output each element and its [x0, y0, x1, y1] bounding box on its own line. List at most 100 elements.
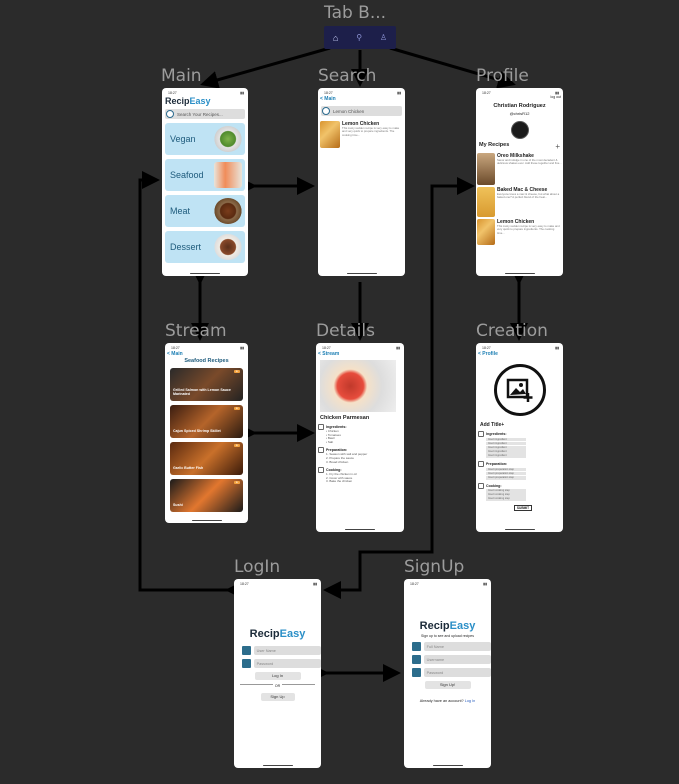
status-bar: 18:27 ▮▮: [410, 582, 487, 586]
status-time: 18:27: [171, 346, 180, 350]
label-tabbar: Tab B...: [324, 3, 387, 23]
app-brand: RecipEasy: [404, 620, 491, 632]
brand-easy: Easy: [449, 620, 476, 632]
category-label: Dessert: [170, 242, 202, 252]
back-stream-link[interactable]: < Stream: [316, 350, 404, 358]
username-field[interactable]: Username: [412, 655, 491, 664]
back-main-link[interactable]: < Main: [318, 95, 405, 103]
prep-text: Bread chicken: [329, 459, 349, 464]
status-bar: 18:27 ▮▮: [322, 346, 400, 350]
ingredient-text: Salt: [327, 439, 334, 444]
label-profile: Profile: [476, 66, 529, 86]
screen-details: 18:27 ▮▮ < Stream Chicken Parmesan Ingred…: [316, 343, 404, 532]
submit-button[interactable]: SUBMIT: [514, 505, 532, 512]
search-input[interactable]: Search Your Recipes...: [165, 109, 245, 119]
add-recipe-button[interactable]: +: [555, 142, 560, 151]
fullname-field[interactable]: Full Name: [412, 642, 491, 651]
status-time: 18:27: [240, 582, 249, 586]
or-label: OR: [272, 684, 283, 688]
profile-handle: @chrisR12: [509, 111, 530, 116]
status-time: 18:27: [482, 346, 491, 350]
category-meat[interactable]: Meat: [165, 195, 245, 227]
password-field[interactable]: Password: [412, 668, 491, 677]
screen-signup: 18:27 ▮▮ RecipEasy Sign up to see and upl…: [404, 579, 491, 768]
home-indicator: [191, 519, 222, 521]
back-profile-link[interactable]: < Profile: [476, 350, 563, 358]
recipe-image: [477, 219, 495, 245]
category-vegan[interactable]: Vegan: [165, 123, 245, 155]
recipe-item[interactable]: Lemon Chicken This zesty sudden recipe is…: [477, 219, 562, 245]
signup-button[interactable]: Sign Up: [260, 693, 295, 701]
cook-input[interactable]: Insert cooking step: [486, 497, 526, 502]
recipe-card[interactable]: ★ Garlic Butter Fish: [170, 442, 243, 475]
logout-link[interactable]: log out: [476, 95, 563, 99]
status-time: 18:27: [168, 91, 177, 95]
recipe-item[interactable]: Baked Mac & Cheese Everyone loves a mac &…: [477, 187, 562, 217]
home-icon[interactable]: ⌂: [333, 33, 338, 43]
cooking-icon: [478, 482, 484, 489]
status-bar: 18:27 ▮▮: [482, 91, 559, 95]
ingredients-icon: [318, 424, 324, 430]
label-creation: Creation: [476, 321, 548, 341]
recipe-image: [477, 153, 495, 185]
search-icon[interactable]: ⚲: [356, 33, 362, 42]
brand-easy: Easy: [189, 96, 211, 106]
username-field[interactable]: User Name: [242, 646, 321, 655]
card-title: Cajun Spiced Shrimp Skillet: [173, 429, 221, 433]
add-title-field[interactable]: Add Title+: [476, 416, 563, 428]
prep-input[interactable]: Insert preparation step: [486, 471, 526, 476]
food-image: [214, 126, 242, 152]
label-details: Details: [316, 321, 375, 341]
category-dessert[interactable]: Dessert: [165, 231, 245, 263]
category-seafood[interactable]: Seafood: [165, 159, 245, 191]
label-main: Main: [161, 66, 202, 86]
home-indicator: [504, 528, 535, 530]
add-image-button[interactable]: [493, 364, 546, 416]
preparation-icon: [318, 447, 324, 454]
recipe-desc: Everyone loves a mac & cheese, but what …: [497, 192, 560, 200]
status-time: 18:27: [482, 91, 491, 95]
arrow-signup-login: [323, 574, 362, 599]
recipe-desc: This zesty sudden recipe is very easy to…: [497, 224, 560, 235]
screen-stream: 18:27 ▮▮ < Main Seafood Recipes ★ Grilled …: [165, 343, 248, 523]
my-recipes-heading: My Recipes: [479, 142, 510, 148]
search-result[interactable]: Lemon Chicken This zesty sudden recipe i…: [320, 121, 403, 148]
login-prompt: Already have an account? Log In: [404, 699, 491, 703]
signup-submit-button[interactable]: Sign Up!: [424, 681, 471, 689]
status-time: 18:27: [410, 582, 419, 586]
brand-recip: Recip: [419, 620, 450, 632]
category-label: Seafood: [170, 170, 204, 180]
stream-title: Seafood Recipes: [184, 358, 229, 364]
password-field[interactable]: Password: [242, 659, 321, 668]
prep-input[interactable]: Insert preparation step: [486, 467, 526, 472]
ingredient-input[interactable]: Insert ingredient: [486, 441, 526, 446]
avatar: [510, 121, 529, 139]
cooking-heading: Cooking:: [478, 482, 561, 489]
recipe-card[interactable]: ★ Sushi: [170, 479, 243, 512]
lock-icon: [242, 659, 251, 668]
card-title: Grilled Salmon with Lemon Sauce Marinate…: [173, 388, 231, 396]
list-item: • Salt: [326, 439, 334, 444]
ingredients-heading: Ingredients:: [478, 431, 561, 437]
password-placeholder: Password: [253, 659, 321, 668]
result-image: [320, 121, 340, 148]
back-main-link[interactable]: < Main: [165, 350, 248, 358]
login-link[interactable]: Log In: [465, 699, 476, 703]
password-placeholder: Password: [423, 668, 491, 677]
prep-input[interactable]: Insert preparation step: [486, 475, 526, 480]
ingredient-input[interactable]: Insert ingredient: [486, 454, 526, 458]
ingredient-input[interactable]: Insert ingredient: [486, 437, 526, 442]
username-placeholder: User Name: [253, 646, 321, 655]
card-badge: ★: [233, 407, 240, 410]
user-icon[interactable]: ♙: [380, 33, 387, 42]
search-input[interactable]: Lemon Chicken: [321, 106, 402, 116]
profile-name: Christian Rodriguez: [493, 103, 546, 109]
lock-icon: [412, 668, 421, 677]
app-brand: RecipEasy: [234, 628, 321, 640]
recipe-card[interactable]: ★ Cajun Spiced Shrimp Skillet: [170, 405, 243, 438]
login-button[interactable]: Log In: [254, 672, 301, 680]
user-icon: [412, 655, 421, 664]
arrow-tab-main: [200, 46, 331, 89]
recipe-card[interactable]: ★ Grilled Salmon with Lemon Sauce Marinat…: [170, 368, 243, 401]
recipe-item[interactable]: Oreo Milkshake Savor and indulge in one o…: [477, 153, 562, 185]
